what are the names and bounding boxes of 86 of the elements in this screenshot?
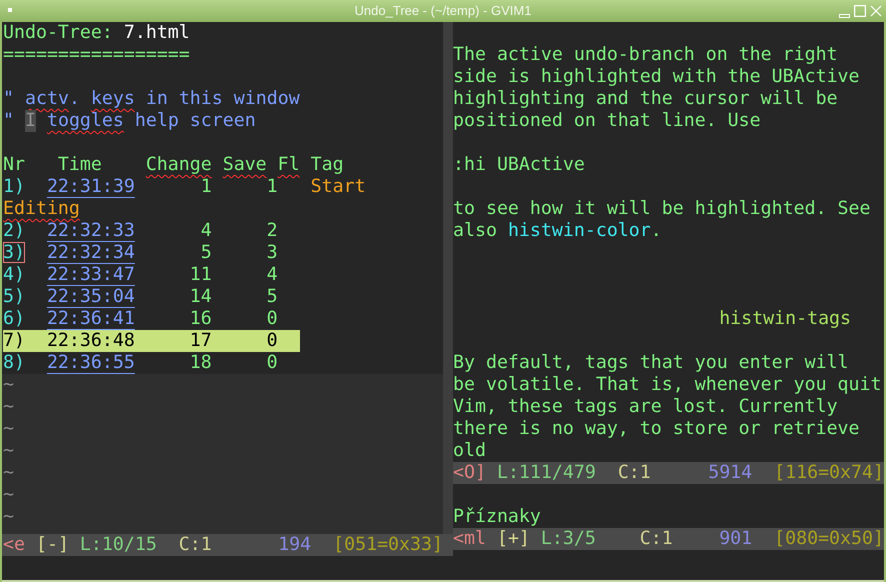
time-link[interactable]: 22:31:39 — [46, 176, 135, 197]
filler-line-marker: ~ — [3, 440, 14, 462]
row-number: 7) — [3, 330, 25, 351]
change-cell-text: 4 — [200, 220, 212, 242]
line-position: L:3/5 — [540, 528, 596, 549]
change-cell-text: 1 — [200, 176, 212, 198]
buffer-text: Příznaky — [453, 506, 541, 528]
column-header: Save — [222, 154, 267, 175]
line-position: L:10/15 — [80, 534, 157, 555]
char-code: [080=0x50] — [774, 528, 884, 549]
change-cell-text: 14 — [188, 286, 212, 308]
filler-line-marker: ~ — [3, 418, 14, 440]
time-link[interactable]: 22:36:41 — [46, 308, 135, 329]
time-cell: 22:36:48 — [46, 330, 135, 351]
filler-line-marker: ~ — [3, 396, 14, 418]
help-paragraph: The active undo-branch on the right side is highlighted with the UBActive highlighting and the cursor will be positioned on that line. Use — [453, 44, 861, 132]
column-position: C:1 — [640, 528, 673, 549]
help-paragraph: By default, tags that you enter will be volatile. That is, whenever you quit Vim, these tags are lost. Currently there is no way, to store or retrieve old — [453, 352, 883, 462]
mode-indicator: <ml — [453, 528, 486, 549]
time-link[interactable]: 22:35:04 — [46, 286, 135, 307]
row-number: 8) — [3, 352, 25, 373]
column-header: Tag — [310, 154, 344, 175]
column-header: Nr — [3, 154, 25, 175]
column-header: Time — [58, 154, 102, 175]
heading-rule: ================= — [3, 44, 190, 66]
tag-text: Editing — [3, 198, 80, 220]
byte-count: 901 — [719, 528, 752, 549]
column-position: C:1 — [618, 462, 651, 483]
save-cell-text: 1 — [266, 176, 278, 198]
comment-text: toggles — [46, 110, 124, 132]
help-paragraph: to see how it will be highlighted. See also histwin-color. — [453, 198, 872, 242]
save-cell-text: 5 — [266, 286, 278, 308]
time-link[interactable]: 22:32:34 — [46, 242, 135, 263]
comment-mark: " — [3, 88, 14, 110]
time-link[interactable]: 22:33:47 — [46, 264, 135, 285]
maximize-icon[interactable] — [854, 5, 866, 17]
change-cell-text: 18 — [188, 352, 212, 374]
char-code: [051=0x33] — [333, 534, 443, 555]
filler-line-marker: ~ — [3, 374, 14, 396]
change-cell-text: 11 — [188, 264, 212, 286]
row-number: 6) — [3, 308, 25, 329]
row-number: 4) — [3, 264, 25, 285]
comment-text: in this window — [146, 88, 300, 110]
help-command: :hi UBActive — [453, 154, 585, 176]
key-hint: I — [24, 110, 36, 132]
filler-line-marker: ~ — [3, 506, 14, 528]
char-code: [116=0x74] — [774, 462, 884, 483]
comment-mark: " — [3, 110, 14, 132]
modified-indicator: [-] — [36, 534, 69, 555]
row-number: 5) — [3, 286, 25, 307]
close-icon[interactable] — [870, 5, 882, 17]
column-header: Fl — [278, 154, 300, 175]
comment-text: keys — [90, 88, 135, 110]
filler-line-marker: ~ — [3, 462, 14, 484]
comment-text: . — [68, 88, 80, 110]
save-cell-text: 0 — [266, 352, 278, 374]
save-cell-text: 0 — [266, 308, 278, 330]
help-tag: histwin-tags — [719, 308, 852, 330]
row-number: 3) — [3, 242, 25, 263]
save-cell-text: 3 — [266, 242, 278, 264]
tag-text: Start — [310, 176, 366, 198]
column-position: C:1 — [178, 534, 212, 555]
file-name: 7.html — [124, 22, 190, 44]
row-number: 1) — [3, 176, 25, 197]
change-cell-text: 5 — [200, 242, 212, 264]
help-link[interactable]: histwin-color — [508, 220, 651, 241]
save-cell-text: 0 — [266, 330, 278, 352]
time-link[interactable]: 22:32:33 — [46, 220, 135, 241]
line-position: L:111/479 — [496, 462, 596, 483]
change-cell-text: 16 — [188, 308, 212, 330]
save-cell-text: 4 — [266, 264, 278, 286]
buffer-label: Undo-Tree: — [3, 22, 113, 44]
window-title: Undo_Tree - (~/temp) - GVIM1 — [354, 2, 532, 20]
comment-text: help screen — [134, 110, 256, 132]
save-cell-text: 2 — [266, 220, 278, 242]
modified-indicator: [+] — [496, 528, 530, 549]
change-cell-text: 17 — [188, 330, 212, 352]
comment-text: actv — [24, 88, 69, 110]
byte-count: 5914 — [708, 462, 752, 483]
row-number: 2) — [3, 220, 25, 241]
time-link[interactable]: 22:36:55 — [46, 352, 135, 373]
mode-indicator: <e — [3, 534, 25, 555]
byte-count: 194 — [278, 534, 312, 555]
filler-line-marker: ~ — [3, 484, 14, 506]
column-header: Change — [146, 154, 212, 175]
mode-indicator: <O] — [453, 462, 486, 483]
